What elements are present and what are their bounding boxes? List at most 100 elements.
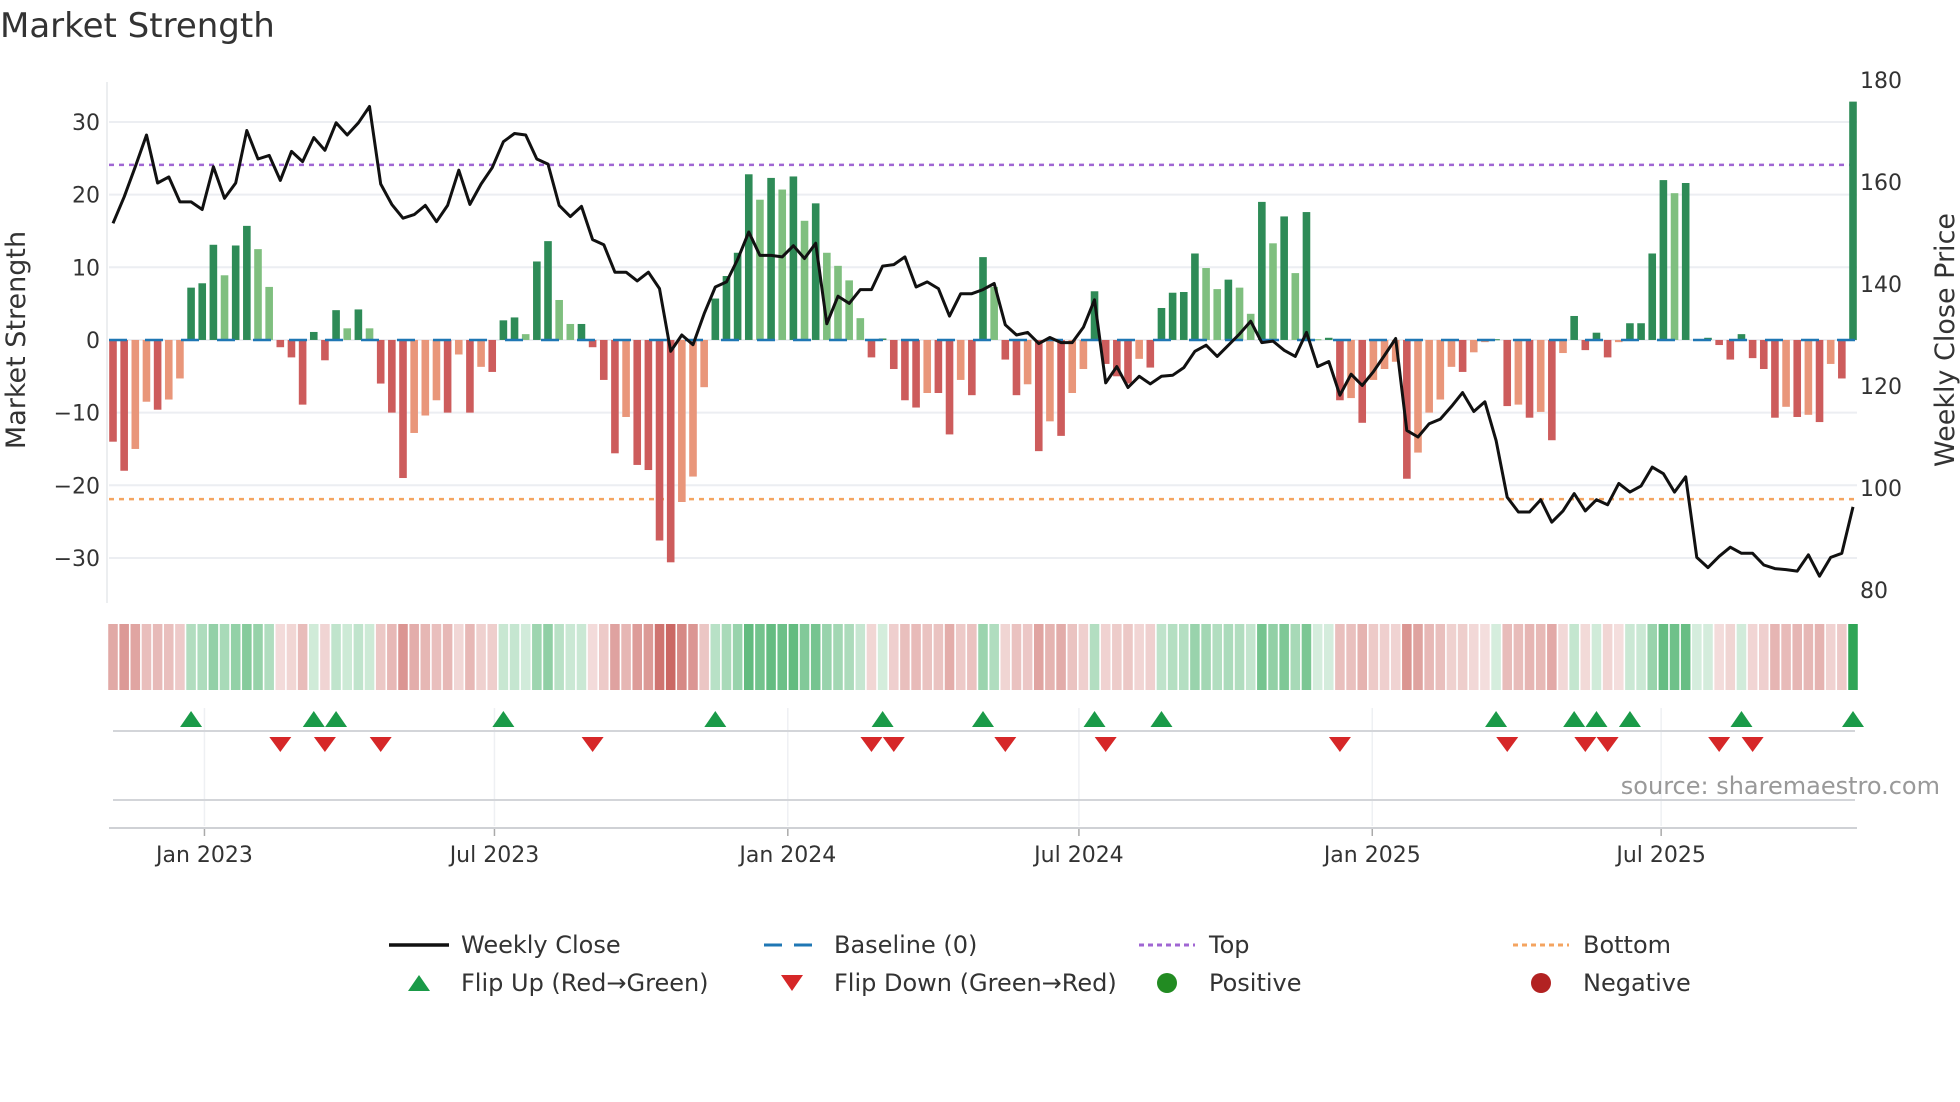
heat-cell [1736,624,1747,690]
bar-negative [388,339,396,413]
heat-cell [978,624,988,690]
heat-cell [1190,624,1200,690]
bar-negative [421,339,430,416]
heat-cell [1335,624,1345,690]
triangle-down-icon [762,966,822,1000]
bar-negative [1146,339,1155,368]
bar-positive [744,174,753,340]
bar-negative [1023,339,1032,385]
bar-negative [1771,339,1779,418]
bar-positive [1213,289,1222,340]
heat-cell [677,624,687,690]
bar-negative [1079,339,1088,370]
heat-cell [777,624,788,690]
bar-negative [1748,339,1757,359]
heat-cell [877,624,888,690]
flip-up-marker [1150,711,1173,727]
bar-negative [1001,339,1010,360]
legend-label: Positive [1209,969,1302,997]
bar-negative [1559,339,1567,354]
bar-negative [488,339,497,372]
heat-cell [1837,624,1847,690]
y-tick-label: −10 [54,402,100,427]
flip-up-marker [1842,711,1864,727]
bar-negative [410,339,418,433]
bar-positive [1224,279,1233,340]
heat-cell [1446,624,1457,690]
heat-cell [275,624,286,690]
flip-down-marker [882,737,905,752]
heat-cell [576,624,587,690]
bar-positive [1659,180,1668,340]
heat-cell [1357,624,1368,690]
bar-negative [700,339,708,388]
heat-cell [375,624,386,690]
bar-negative [131,339,140,449]
heat-cell [1000,624,1011,690]
dashed-line-swatch-icon [762,928,822,962]
bar-negative [1715,339,1723,346]
bar-positive [555,299,563,340]
bar-negative [1068,339,1077,394]
heat-cell [1245,624,1256,690]
heat-cell [598,624,609,690]
flip-down-marker [860,737,883,752]
heat-cell [665,624,676,690]
bar-negative [466,339,474,413]
bar-negative [1458,339,1467,372]
heat-cell [163,624,174,690]
flip-up-marker [704,711,727,727]
heat-cell [1625,624,1635,690]
heat-cell [1692,624,1702,690]
heat-cell [387,624,397,690]
bar-negative [689,339,697,477]
bar-negative [1135,339,1143,359]
heat-cell [297,624,308,690]
heat-cell [788,624,799,690]
bar-negative [934,339,943,394]
heat-cell [119,624,129,690]
heat-cell [130,624,141,690]
bar-negative [666,339,675,563]
bar-negative [1347,339,1355,399]
bar-positive [778,189,787,340]
heat-cell [1123,624,1133,690]
bar-negative [1838,339,1846,379]
flip-down-marker [1596,737,1619,752]
y-tick-label: 20 [72,184,100,209]
y2-tick-label: 120 [1860,375,1902,400]
heat-cell [230,624,241,690]
heat-cell [1323,624,1334,690]
flip-down-marker [1741,737,1764,752]
source-credit: source: sharemaestro.com [1620,772,1940,800]
flip-down-marker [313,737,336,752]
bar-negative [622,339,630,417]
heat-cell [554,624,564,690]
bar-negative [1469,339,1478,353]
heat-cell [208,624,219,690]
bar-negative [454,339,463,355]
bar-negative [399,339,407,479]
bar-negative [912,339,920,408]
heat-cell [1580,624,1591,690]
heat-cell [476,624,486,690]
heat-cell [1669,624,1680,690]
heat-cell [1814,624,1825,690]
heat-cell [866,624,877,690]
legend-label: Top [1209,931,1250,959]
bar-negative [1012,339,1021,396]
bar-negative [376,339,385,384]
bar-positive [722,276,731,340]
bar-negative [1057,339,1065,436]
heat-cell [520,624,531,690]
y2-tick-label: 80 [1860,579,1888,604]
bar-positive [309,331,318,340]
bar-negative [432,339,441,401]
bar-positive [1157,307,1166,340]
heat-cell [1223,624,1234,690]
heat-cell [398,624,408,690]
heat-cell [1781,624,1791,690]
bar-positive [845,280,853,340]
bar-negative [443,339,452,413]
bar-positive [533,261,541,340]
